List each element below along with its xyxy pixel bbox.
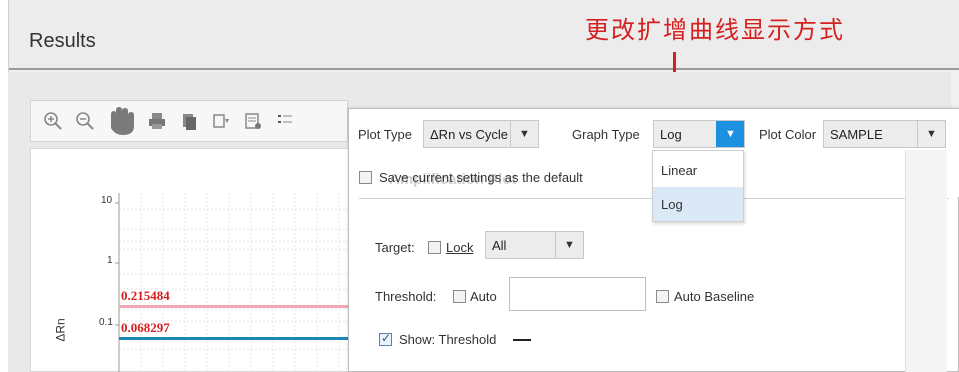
threshold-value-2: 0.068297 (121, 320, 170, 335)
plot-type-label: Plot Type (358, 127, 412, 142)
auto-baseline-label: Auto Baseline (674, 289, 755, 304)
properties-icon[interactable] (239, 107, 267, 135)
dropdown-option-log[interactable]: Log (653, 187, 743, 221)
graph-type-select[interactable]: Log ▼ (653, 120, 745, 148)
lock-label-text: Lock (446, 240, 474, 255)
print-icon[interactable] (143, 107, 171, 135)
plot-color-label: Plot Color (759, 127, 817, 142)
show-threshold-label: Show: Threshold (399, 332, 497, 347)
plot-color-select[interactable]: SAMPLE ▼ (823, 120, 946, 148)
graph-type-label: Graph Type (572, 127, 640, 142)
threshold-auto-checkbox[interactable] (453, 290, 466, 303)
legend-icon[interactable] (271, 107, 299, 135)
lock-checkbox[interactable] (428, 241, 441, 254)
chevron-down-icon[interactable]: ▼ (917, 121, 945, 147)
y-axis-label: ΔRn (53, 318, 68, 342)
save-default-label: Save current settings as the default (379, 170, 583, 185)
threshold-input[interactable] (509, 277, 646, 311)
plot-type-value: ΔRn vs Cycle (430, 126, 509, 142)
y-tick-label: 0.1 (99, 317, 113, 328)
auto-baseline-checkbox[interactable] (656, 290, 669, 303)
pan-hand-icon[interactable] (103, 107, 139, 135)
side-panel-strip (905, 150, 947, 372)
show-threshold-checkbox[interactable] (379, 331, 392, 346)
plot-settings-popup: Plot Type ΔRn vs Cycle ▼ Graph Type Log … (348, 108, 959, 372)
chevron-down-icon[interactable]: ▼ (510, 121, 538, 147)
export-icon[interactable] (207, 107, 235, 135)
threshold-line-1[interactable] (119, 305, 361, 308)
target-label: Target: (375, 240, 415, 255)
amplification-plot[interactable]: 10 1 0.1 ΔRn 0.215484 0.068297 (30, 148, 361, 372)
zoom-out-icon[interactable] (71, 107, 99, 135)
y-tick-label: 10 (101, 195, 113, 206)
dropdown-option-linear[interactable]: Linear (653, 153, 743, 187)
threshold-auto-label: Auto (470, 289, 497, 304)
lock-label: Lock (446, 240, 473, 255)
chevron-down-icon[interactable]: ▼ (555, 232, 583, 258)
target-select[interactable]: All ▼ (485, 231, 584, 259)
plot-toolbar (30, 100, 348, 142)
copy-icon[interactable] (175, 107, 203, 135)
save-default-checkbox[interactable] (359, 171, 372, 184)
threshold-value-1: 0.215484 (121, 288, 170, 303)
zoom-in-icon[interactable] (39, 107, 67, 135)
page-title: Results (29, 30, 96, 52)
threshold-line-2[interactable] (119, 337, 361, 340)
annotation-text: 更改扩增曲线显示方式 (585, 16, 845, 44)
threshold-line-sample (513, 339, 531, 341)
target-value: All (492, 237, 507, 253)
threshold-label: Threshold: (375, 289, 437, 304)
plot-color-value: SAMPLE (830, 126, 883, 142)
plot-type-select[interactable]: ΔRn vs Cycle ▼ (423, 120, 539, 148)
graph-type-dropdown-menu: Linear Log (652, 150, 744, 222)
y-tick-label: 1 (107, 255, 113, 266)
graph-type-value: Log (660, 126, 682, 142)
chevron-down-icon[interactable]: ▼ (716, 121, 744, 147)
